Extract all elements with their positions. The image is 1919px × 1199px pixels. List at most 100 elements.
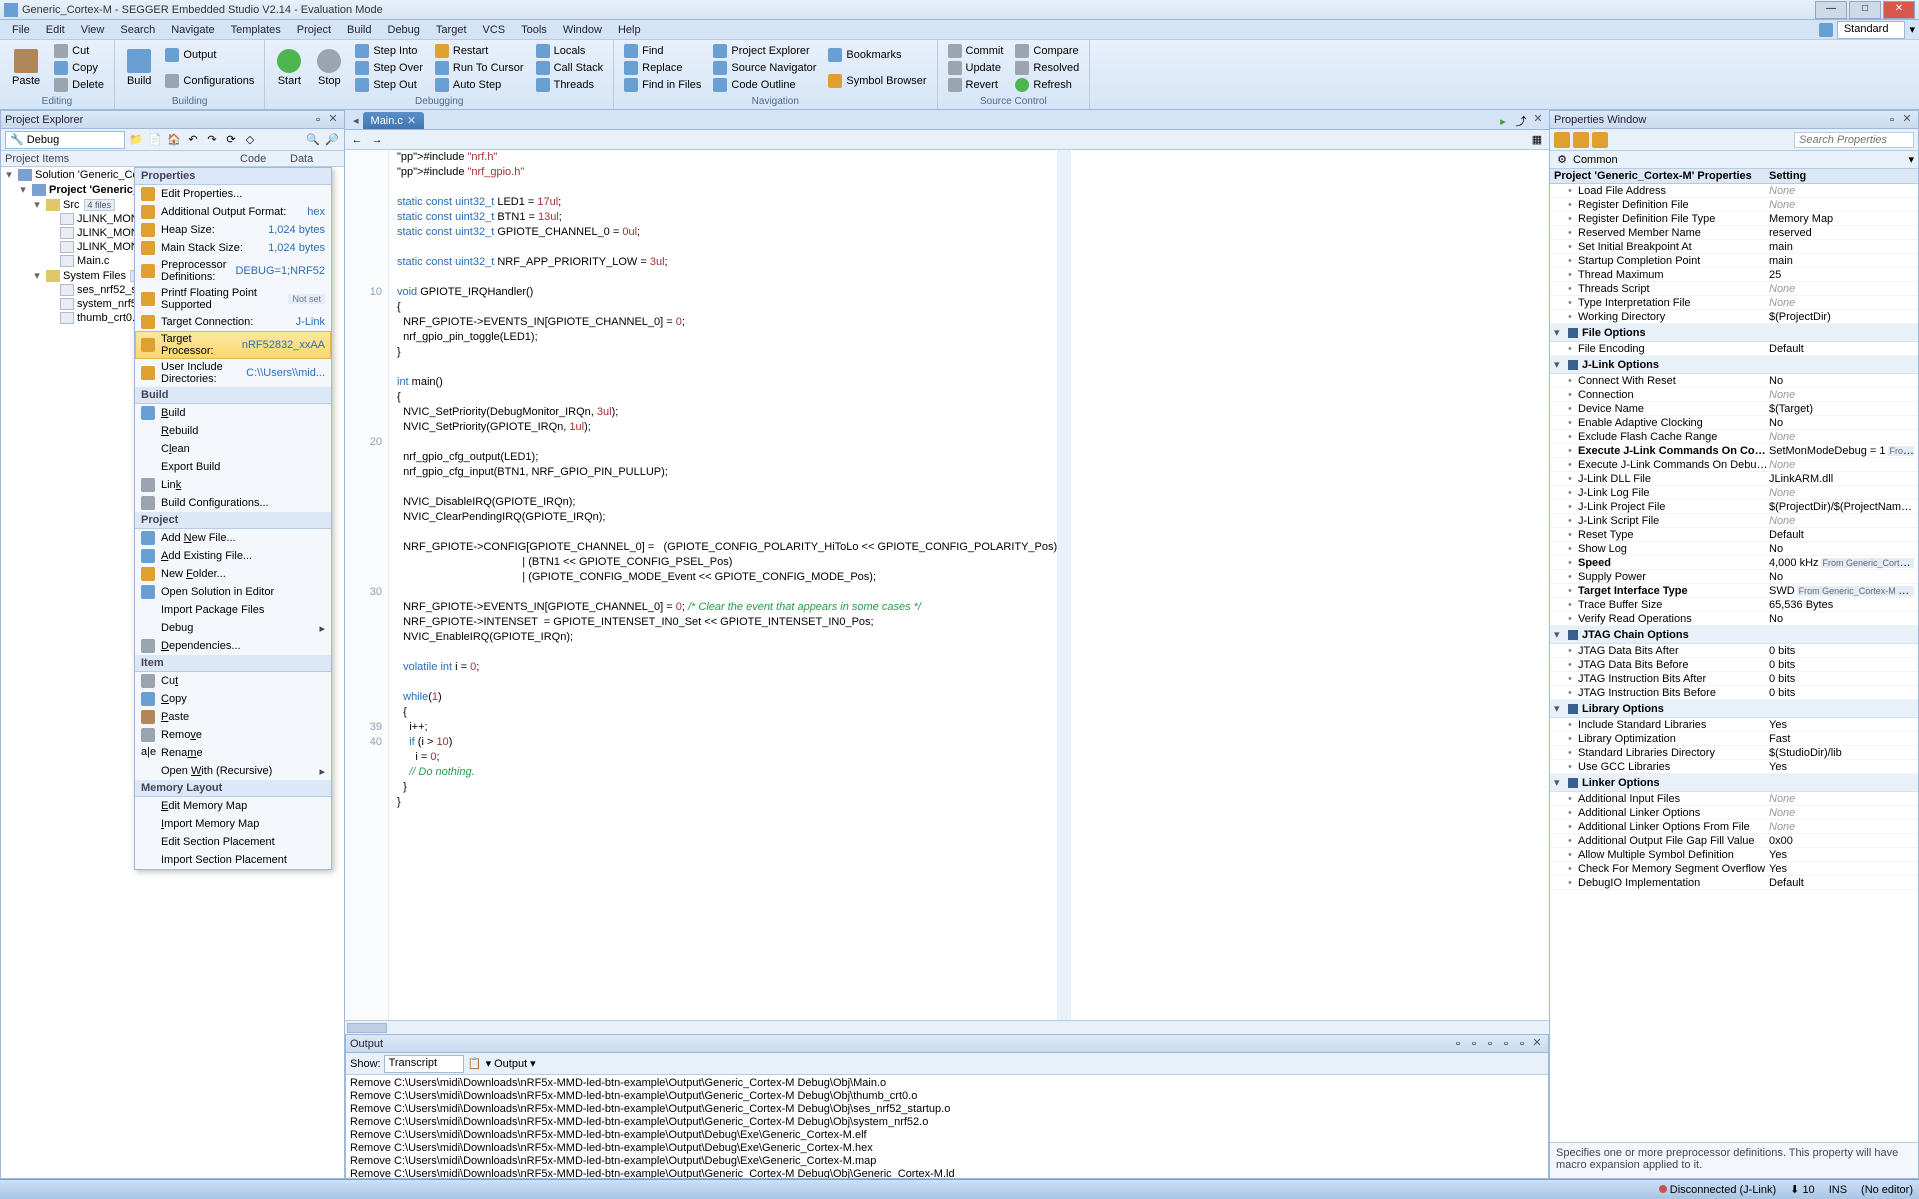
- tab-options-icon[interactable]: ⤴: [1513, 113, 1529, 129]
- layout-icon[interactable]: [1819, 23, 1833, 37]
- threads-button[interactable]: Threads: [532, 77, 608, 93]
- group-label[interactable]: Common: [1573, 154, 1618, 166]
- menu-window[interactable]: Window: [555, 22, 610, 38]
- brackets-icon[interactable]: ◇: [242, 132, 258, 148]
- ctx-import-mem[interactable]: Import Memory Map: [135, 815, 331, 833]
- properties-body[interactable]: •Load File AddressNone•Register Definiti…: [1550, 184, 1918, 1142]
- run-to-cursor-button[interactable]: Run To Cursor: [431, 60, 528, 76]
- categorize-icon[interactable]: [1554, 132, 1570, 148]
- ctx-import-sec[interactable]: Import Section Placement: [135, 851, 331, 869]
- ctx-dependencies[interactable]: Dependencies...: [135, 637, 331, 655]
- ctx-heap-size[interactable]: Heap Size:1,024 bytes: [135, 221, 331, 239]
- property-row[interactable]: •Type Interpretation FileNone: [1550, 296, 1918, 310]
- property-row[interactable]: •Target Interface TypeSWDFrom Generic_Co…: [1550, 584, 1918, 598]
- ctx-edit-sec[interactable]: Edit Section Placement: [135, 833, 331, 851]
- menu-target[interactable]: Target: [428, 22, 475, 38]
- build-button[interactable]: Build: [121, 42, 157, 94]
- property-row[interactable]: •Trace Buffer Size65,536 Bytes: [1550, 598, 1918, 612]
- property-row[interactable]: •Startup Completion Pointmain: [1550, 254, 1918, 268]
- property-row[interactable]: •Check For Memory Segment OverflowYes: [1550, 862, 1918, 876]
- run-icon[interactable]: ▸: [1495, 113, 1511, 129]
- output-chev-icon[interactable]: ▾: [530, 1057, 536, 1070]
- chevron-down-icon[interactable]: ▾: [1909, 23, 1915, 36]
- property-row[interactable]: •JTAG Data Bits After0 bits: [1550, 644, 1918, 658]
- ctx-build-configs[interactable]: Build Configurations...: [135, 494, 331, 512]
- output-body[interactable]: Remove C:\Users\midi\Downloads\nRF5x-MMD…: [346, 1075, 1548, 1178]
- code-editor[interactable]: 1020303940 "pp">#include "nrf.h""pp">#in…: [345, 150, 1549, 1020]
- compare-button[interactable]: Compare: [1011, 43, 1083, 59]
- property-row[interactable]: •Load File AddressNone: [1550, 184, 1918, 198]
- property-row[interactable]: •Speed4,000 kHzFrom Generic_Cortex-M > C…: [1550, 556, 1918, 570]
- start-button[interactable]: Start: [271, 42, 307, 94]
- output-icon-3[interactable]: ▫: [1482, 1036, 1498, 1052]
- restart-button[interactable]: Restart: [431, 43, 528, 59]
- ctx-copy[interactable]: Copy: [135, 690, 331, 708]
- property-category[interactable]: ▾Library Options: [1550, 700, 1918, 718]
- ctx-clean[interactable]: Clean: [135, 440, 331, 458]
- ctx-target-processor[interactable]: Target Processor:nRF52832_xxAA: [135, 331, 331, 359]
- paste-button[interactable]: Paste: [6, 42, 46, 94]
- ctx-rename[interactable]: a|eRename: [135, 744, 331, 762]
- tree-toggle[interactable]: ▾: [17, 183, 29, 196]
- tree-toggle[interactable]: ▾: [3, 168, 15, 181]
- minimize-button[interactable]: —: [1815, 1, 1847, 19]
- ctx-add-new-file[interactable]: Add New File...: [135, 529, 331, 547]
- menu-tools[interactable]: Tools: [513, 22, 555, 38]
- split-icon[interactable]: ▦: [1529, 132, 1545, 148]
- property-row[interactable]: •Connect With ResetNo: [1550, 374, 1918, 388]
- src-folder[interactable]: Src: [63, 199, 80, 211]
- zoom-in-icon[interactable]: 🔍: [305, 132, 321, 148]
- output-options-icon[interactable]: ▫: [1514, 1036, 1530, 1052]
- property-category[interactable]: ▾JTAG Chain Options: [1550, 626, 1918, 644]
- property-row[interactable]: •Register Definition File TypeMemory Map: [1550, 212, 1918, 226]
- property-row[interactable]: •Verify Read OperationsNo: [1550, 612, 1918, 626]
- property-row[interactable]: •Include Standard LibrariesYes: [1550, 718, 1918, 732]
- file-label[interactable]: Main.c: [77, 255, 109, 267]
- ctx-build[interactable]: Build: [135, 404, 331, 422]
- ctx-stack-size[interactable]: Main Stack Size:1,024 bytes: [135, 239, 331, 257]
- property-row[interactable]: •Library OptimizationFast: [1550, 732, 1918, 746]
- property-row[interactable]: •Additional Linker OptionsNone: [1550, 806, 1918, 820]
- menu-search[interactable]: Search: [112, 22, 163, 38]
- step-into-button[interactable]: Step Into: [351, 43, 427, 59]
- property-row[interactable]: •J-Link Script FileNone: [1550, 514, 1918, 528]
- property-row[interactable]: •Execute J-Link Commands On ConnectSetMo…: [1550, 444, 1918, 458]
- forward-icon[interactable]: ↷: [204, 132, 220, 148]
- add-file-icon[interactable]: 📄: [147, 132, 163, 148]
- tasks-icon[interactable]: 📋: [467, 1056, 483, 1072]
- menu-vcs[interactable]: VCS: [475, 22, 514, 38]
- project-tree[interactable]: ▾Solution 'Generic_Cortex-M' ▾Project 'G…: [1, 167, 344, 1178]
- property-row[interactable]: •File EncodingDefault: [1550, 342, 1918, 356]
- refresh-button[interactable]: Refresh: [1011, 77, 1083, 93]
- ctx-add-existing[interactable]: Add Existing File...: [135, 547, 331, 565]
- property-row[interactable]: •Exclude Flash Cache RangeNone: [1550, 430, 1918, 444]
- property-row[interactable]: •DebugIO ImplementationDefault: [1550, 876, 1918, 890]
- property-row[interactable]: •Register Definition FileNone: [1550, 198, 1918, 212]
- property-row[interactable]: •Additional Linker Options From FileNone: [1550, 820, 1918, 834]
- ctx-import-pkg[interactable]: Import Package Files: [135, 601, 331, 619]
- ctx-paste[interactable]: Paste: [135, 708, 331, 726]
- tree-toggle[interactable]: ▾: [31, 269, 43, 282]
- locals-button[interactable]: Locals: [532, 43, 608, 59]
- replace-button[interactable]: Replace: [620, 60, 705, 76]
- cut-button[interactable]: Cut: [50, 43, 108, 59]
- output-close-icon[interactable]: ✕: [1530, 1037, 1544, 1051]
- property-row[interactable]: •Show LogNo: [1550, 542, 1918, 556]
- delete-button[interactable]: Delete: [50, 77, 108, 93]
- property-row[interactable]: •Execute J-Link Commands On Debug StartN…: [1550, 458, 1918, 472]
- property-row[interactable]: •Threads ScriptNone: [1550, 282, 1918, 296]
- property-row[interactable]: •Additional Output File Gap Fill Value0x…: [1550, 834, 1918, 848]
- property-row[interactable]: •JTAG Data Bits Before0 bits: [1550, 658, 1918, 672]
- file-label[interactable]: thumb_crt0.s: [77, 312, 141, 324]
- property-row[interactable]: •J-Link DLL FileJLinkARM.dll: [1550, 472, 1918, 486]
- group-icon[interactable]: ⚙: [1554, 152, 1570, 168]
- prop-options-icon[interactable]: ▫: [1884, 112, 1900, 128]
- menu-view[interactable]: View: [73, 22, 113, 38]
- properties-search-input[interactable]: [1794, 132, 1914, 148]
- property-row[interactable]: •JTAG Instruction Bits After0 bits: [1550, 672, 1918, 686]
- property-row[interactable]: •J-Link Project File$(ProjectDir)/$(Proj…: [1550, 500, 1918, 514]
- menu-build[interactable]: Build: [339, 22, 379, 38]
- property-row[interactable]: •ConnectionNone: [1550, 388, 1918, 402]
- ctx-printf[interactable]: Printf Floating Point SupportedNot set: [135, 285, 331, 313]
- tab-close-icon[interactable]: ✕: [407, 114, 416, 127]
